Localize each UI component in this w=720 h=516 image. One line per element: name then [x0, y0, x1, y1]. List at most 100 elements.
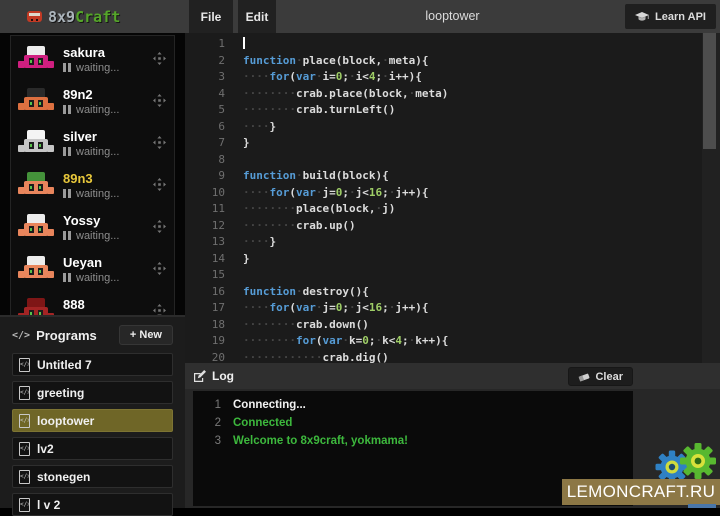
log-entry-text: Connected	[233, 414, 292, 432]
program-label: lv2	[37, 442, 54, 456]
log-entry-text: Connecting...	[233, 396, 306, 414]
code-editor[interactable]: 12function·place(block,·meta){3····for(v…	[185, 33, 720, 363]
code-line: 12········crab.up()	[185, 218, 720, 235]
program-label: looptower	[37, 414, 94, 428]
script-file-icon: </>	[19, 442, 30, 456]
player-row[interactable]: Yossy waiting...	[11, 206, 174, 248]
move-player-button[interactable]	[153, 94, 167, 108]
code-text: ········place(block,·j)	[233, 201, 395, 218]
code-text: ········crab.up()	[233, 218, 356, 235]
player-status-text: waiting...	[76, 230, 119, 242]
crab-icon	[26, 10, 43, 23]
move-player-button[interactable]	[153, 136, 167, 150]
line-number: 9	[185, 168, 233, 185]
player-name: Yossy	[63, 213, 153, 228]
move-player-button[interactable]	[153, 178, 167, 192]
line-number: 12	[185, 218, 233, 235]
line-number: 17	[185, 300, 233, 317]
code-line: 14}	[185, 251, 720, 268]
player-row[interactable]: sakura waiting...	[11, 38, 174, 80]
code-line: 7}	[185, 135, 720, 152]
code-line: 10····for(var·j=0;·j<16;·j++){	[185, 185, 720, 202]
code-text: function·destroy(){	[233, 284, 369, 301]
move-player-button[interactable]	[153, 220, 167, 234]
code-line: 2function·place(block,·meta){	[185, 53, 720, 70]
player-name: 89n2	[63, 87, 153, 102]
eraser-icon	[578, 372, 590, 382]
new-program-button[interactable]: + New	[119, 325, 173, 345]
program-item[interactable]: </>stonegen	[12, 465, 173, 488]
code-line: 4········crab.place(block,·meta)	[185, 86, 720, 103]
script-file-icon: </>	[19, 414, 30, 428]
code-text: ····for(var·j=0;·j<16;·j++){	[233, 300, 429, 317]
pause-icon	[63, 189, 71, 198]
code-text: function·place(block,·meta){	[233, 53, 428, 70]
code-line: 8	[185, 152, 720, 169]
program-item[interactable]: </>Untitled 7	[12, 353, 173, 376]
player-name: 888	[63, 297, 153, 312]
program-item[interactable]: </>greeting	[12, 381, 173, 404]
log-entry: 3Welcome to 8x9craft, yokmama!	[193, 432, 633, 450]
learn-api-button[interactable]: Learn API	[625, 4, 716, 29]
program-item[interactable]: </> lv2	[12, 437, 173, 460]
move-player-button[interactable]	[153, 262, 167, 276]
player-status-text: waiting...	[76, 272, 119, 284]
line-number: 13	[185, 234, 233, 251]
clear-log-button[interactable]: Clear	[568, 367, 633, 386]
player-row[interactable]: 888waiting...	[11, 290, 174, 318]
program-list: </>Untitled 7</>greeting</>looptower</>l…	[12, 353, 173, 516]
script-file-icon: </>	[19, 386, 30, 400]
player-row[interactable]: Ueyanwaiting...	[11, 248, 174, 290]
move-icon	[153, 178, 166, 191]
move-player-button[interactable]	[153, 52, 167, 66]
program-item[interactable]: </> looptower	[12, 409, 173, 432]
log-entry: 1Connecting...	[193, 396, 633, 414]
code-line: 5········crab.turnLeft()	[185, 102, 720, 119]
brand-8x9: 8x9	[48, 8, 75, 26]
scrollbar-thumb[interactable]	[703, 33, 716, 149]
code-line: 1	[185, 36, 720, 53]
script-file-icon: </>	[19, 498, 30, 512]
code-text: }	[233, 135, 250, 152]
code-icon: </>	[12, 330, 30, 341]
player-status-text: waiting...	[76, 104, 119, 116]
program-item[interactable]: </> l v 2	[12, 493, 173, 516]
brand-craft: Craft	[75, 8, 120, 26]
move-icon	[153, 136, 166, 149]
move-icon	[153, 94, 166, 107]
text-cursor	[243, 37, 245, 49]
code-text: ····}	[233, 119, 276, 136]
code-line: 20············crab.dig()	[185, 350, 720, 364]
player-status: waiting...	[63, 62, 153, 74]
log-entry-number: 2	[193, 414, 221, 432]
move-icon	[153, 52, 166, 65]
player-status: waiting...	[63, 272, 153, 284]
pause-icon	[63, 231, 71, 240]
line-number: 4	[185, 86, 233, 103]
code-line: 18········crab.down()	[185, 317, 720, 334]
graduation-cap-icon	[635, 12, 649, 22]
code-line: 6····}	[185, 119, 720, 136]
log-entry-text: Welcome to 8x9craft, yokmama!	[233, 432, 408, 450]
line-number: 20	[185, 350, 233, 364]
player-row[interactable]: silverwaiting...	[11, 122, 174, 164]
player-name: sakura	[63, 45, 153, 60]
watermark-badge	[688, 504, 716, 508]
player-avatar-icon	[18, 170, 54, 200]
learn-api-label: Learn API	[655, 11, 706, 23]
player-status: waiting...	[63, 230, 153, 242]
programs-title: Programs	[36, 328, 119, 343]
editor-scrollbar	[702, 33, 720, 363]
line-number: 1	[185, 36, 233, 53]
line-number: 15	[185, 267, 233, 284]
log-title: Log	[212, 369, 234, 383]
program-label: l v 2	[37, 498, 60, 512]
code-text	[233, 267, 243, 284]
player-row[interactable]: 89n2 waiting...	[11, 80, 174, 122]
code-text	[233, 152, 243, 169]
line-number: 8	[185, 152, 233, 169]
player-row[interactable]: 89n3waiting...	[11, 164, 174, 206]
watermark: LEMONCRAFT.RU	[562, 479, 720, 505]
line-number: 11	[185, 201, 233, 218]
write-icon	[194, 370, 206, 382]
